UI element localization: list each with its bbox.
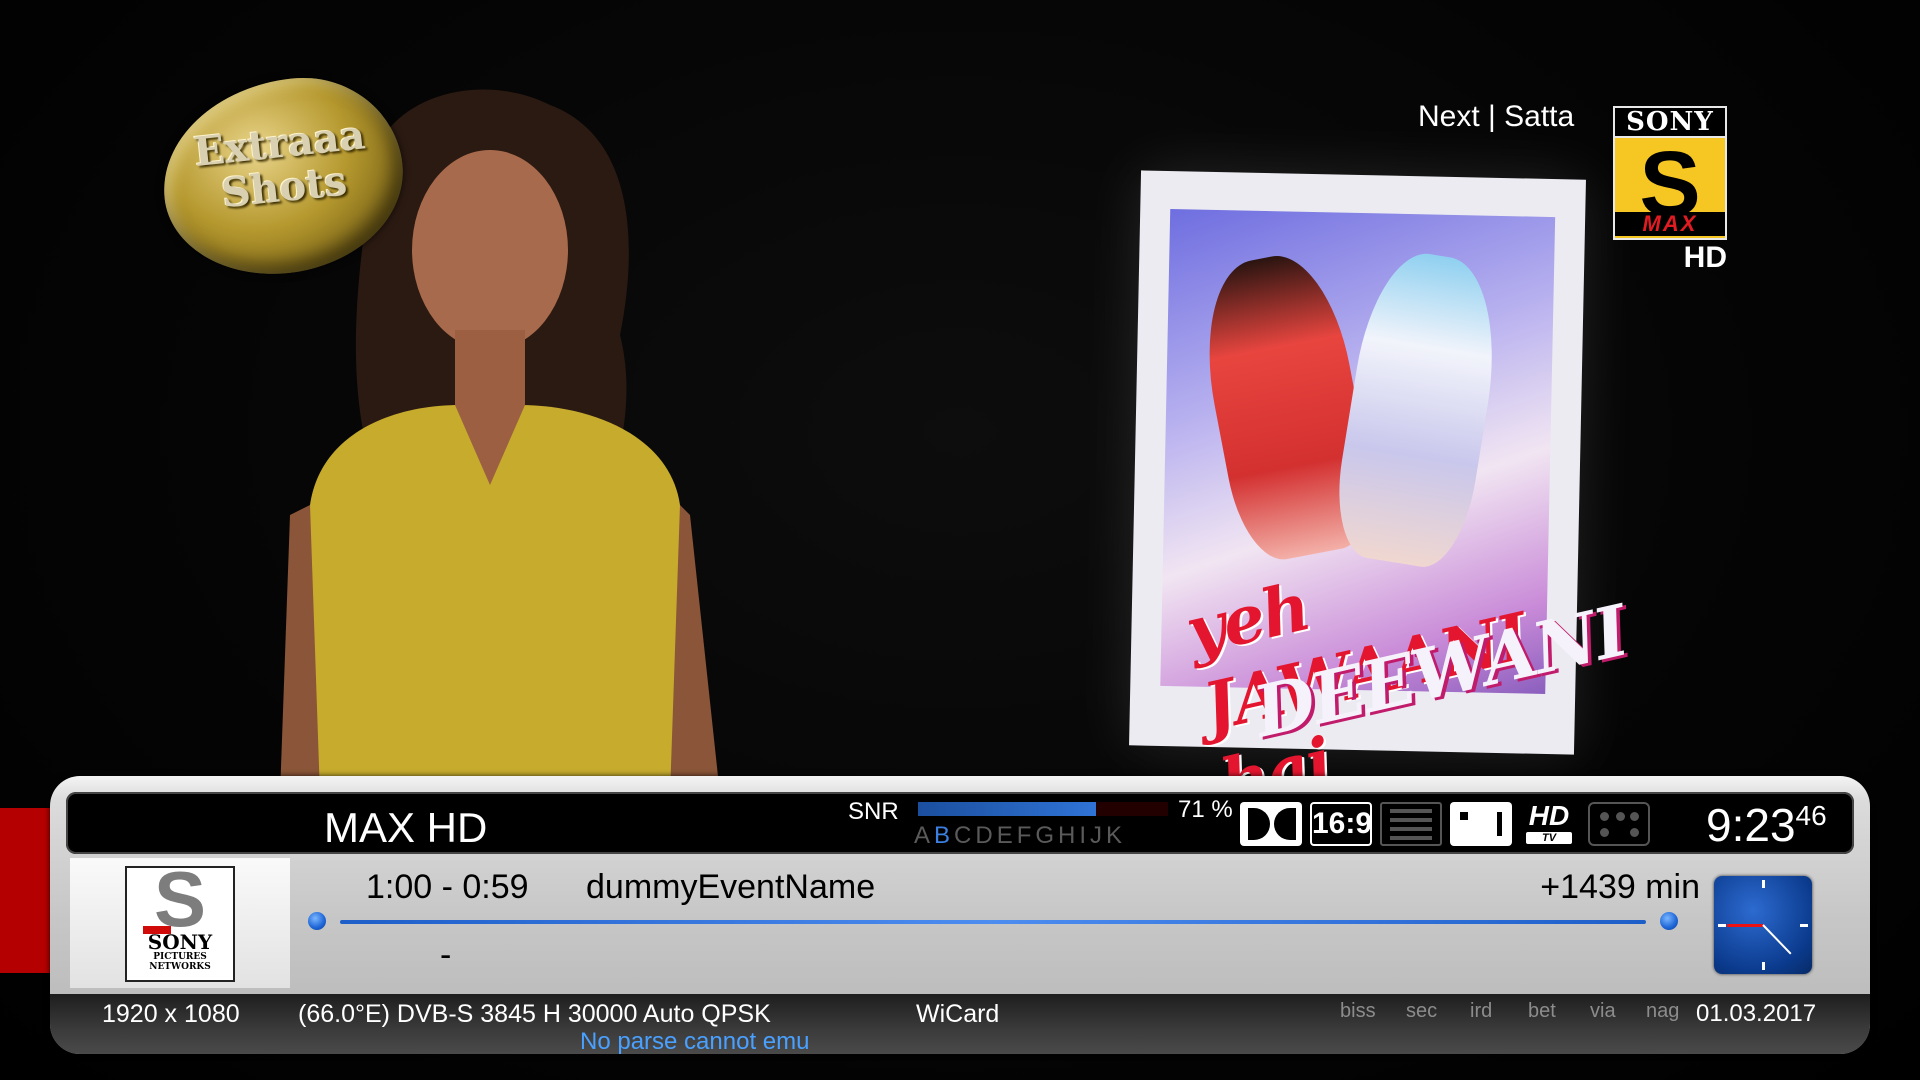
event-progress-bar [340,920,1646,924]
channel-infobar: MAX HD SNR 71 % ABCDEFGHIJK 16:9 HD TV 9… [50,776,1870,1055]
teletext-icon [1380,802,1442,846]
poster-figure-blue [1327,245,1511,574]
analog-clock-icon [1714,876,1812,974]
snr-label: SNR [848,798,899,825]
caid-biss: biss [1340,1000,1376,1022]
hd-icon-tv-label: TV [1526,832,1572,844]
channel-name: MAX HD [324,804,488,851]
picon-subtitle: PICTURES NETWORKS [149,952,211,972]
left-red-stripe [0,808,50,973]
snr-meter-fill [918,802,1096,816]
current-date: 01.03.2017 [1696,1000,1817,1027]
emu-status: No parse cannot emu [580,1028,810,1055]
tuner-letter-active: B [934,822,955,849]
aspect-ratio-icon: 16:9 [1310,802,1372,846]
sony-max-hd-logo: SONY S MAX HD [1613,106,1727,274]
tuner-letters-rest: CDEFGHIJK [954,822,1127,849]
caid-ird: ird [1470,1000,1493,1022]
tuner-letters: ABCDEFGHIJK [914,822,1126,850]
subtitle-icon [1450,802,1512,846]
tuner-letter-a: A [914,822,935,849]
crypt-icon [1588,802,1650,846]
event-time: 1:00 - 0:59 [366,868,529,906]
channel-picon: S SONY PICTURES NETWORKS [70,855,290,988]
caid-bet: bet [1528,1000,1556,1022]
infobar-bottom-row: 1920 x 1080 (66.0°E) DVB-S 3845 H 30000 … [50,994,1870,1055]
up-next-label: Next | Satta [1418,100,1575,133]
clock-seconds: 46 [1795,800,1827,831]
infobar-top-row: MAX HD SNR 71 % ABCDEFGHIJK 16:9 HD TV 9… [66,792,1854,854]
snr-meter [918,802,1168,816]
movie-poster: yeh JAWAANI hai DEEWANI [1129,170,1634,823]
event-name: dummyEventName [586,868,876,906]
logo-quality: HD [1683,241,1727,274]
card-name: WiCard [916,1000,1000,1028]
hd-tv-icon: HD TV [1520,802,1578,846]
caid-nag: nag [1646,1000,1680,1022]
clock-hour-minute: 9:23 [1706,799,1796,851]
progress-end-dot [1660,912,1678,930]
picon-brand: SONY [147,930,213,954]
video-resolution: 1920 x 1080 [102,1000,240,1028]
hd-icon-label: HD [1528,800,1570,831]
progress-start-dot [308,912,326,930]
dolby-icon [1240,802,1302,846]
caid-sec: sec [1406,1000,1438,1022]
event-remaining: +1439 min [1540,868,1700,906]
next-event-time: - [440,936,452,974]
logo-channel-name: MAX [1615,212,1725,236]
caid-via: via [1590,1000,1616,1022]
tuner-info: (66.0°E) DVB-S 3845 H 30000 Auto QPSK [298,1000,771,1028]
digital-clock: 9:2346 [1706,798,1827,852]
snr-percent: 71 % [1178,796,1233,823]
